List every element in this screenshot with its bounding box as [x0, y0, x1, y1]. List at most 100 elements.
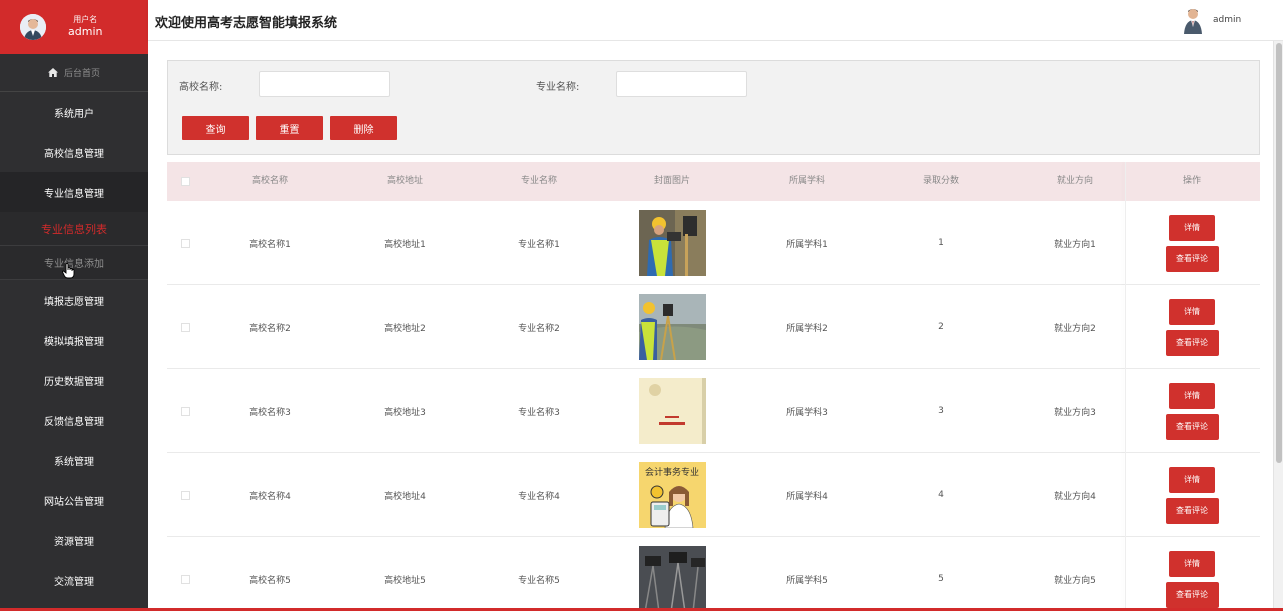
cover-image[interactable]: 会计事务专业 [638, 462, 706, 528]
cell-cover [607, 285, 737, 369]
sidebar-item-label: 反馈信息管理 [44, 416, 104, 428]
cell-address: 高校地址3 [384, 407, 426, 418]
view-comments-button[interactable]: 查看评论 [1165, 245, 1219, 272]
sidebar-item-application[interactable]: 填报志愿管理 [0, 280, 148, 320]
cell-cover: 会计事务专业 [607, 453, 737, 537]
select-all-checkbox[interactable] [175, 162, 195, 201]
cell-subject: 所属学科3 [786, 407, 828, 418]
cell-address: 高校地址4 [384, 491, 426, 502]
cell-major: 专业名称1 [518, 239, 560, 250]
column-header[interactable]: 封面图片 [607, 162, 737, 201]
reset-button[interactable]: 重置 [256, 116, 323, 140]
sidebar-item-label: 专业信息列表 [41, 222, 107, 236]
cell-cover [607, 537, 737, 611]
column-header[interactable]: 高校名称 [205, 162, 335, 201]
sidebar-item-home[interactable]: 后台首页 [0, 54, 148, 92]
avatar[interactable] [20, 14, 46, 40]
row-checkbox[interactable] [175, 537, 195, 611]
sidebar-item-school-info[interactable]: 高校信息管理 [0, 132, 148, 172]
sidebar-item-label: 网站公告管理 [44, 496, 104, 508]
major-table: 高校名称 高校地址 专业名称 封面图片 所属学科 录取分数 就业方向 操作 高校… [167, 162, 1260, 611]
cell-school: 高校名称3 [249, 407, 291, 418]
view-comments-button[interactable]: 查看评论 [1165, 497, 1219, 524]
cell-school: 高校名称5 [249, 575, 291, 586]
sidebar-item-simulation[interactable]: 模拟填报管理 [0, 320, 148, 360]
column-header[interactable]: 专业名称 [474, 162, 604, 201]
sidebar-item-announcements[interactable]: 网站公告管理 [0, 480, 148, 520]
column-header[interactable]: 录取分数 [876, 162, 1006, 201]
cell-cover [607, 369, 737, 453]
user-name: admin [68, 25, 103, 38]
column-header[interactable]: 所属学科 [742, 162, 872, 201]
cover-image[interactable] [638, 378, 706, 444]
page-title: 欢迎使用高考志愿智能填报系统 [155, 16, 338, 31]
cell-address: 高校地址5 [384, 575, 426, 586]
sidebar-item-system-users[interactable]: 系统用户 [0, 92, 148, 132]
user-info: 用户名 admin [68, 15, 102, 39]
home-icon [47, 68, 58, 77]
cover-image[interactable] [638, 210, 706, 276]
sidebar-subitem-major-add[interactable]: 专业信息添加 [0, 246, 148, 280]
cell-career: 就业方向5 [1054, 575, 1096, 586]
major-name-label: 专业名称: [536, 82, 580, 93]
cover-image[interactable] [638, 546, 706, 611]
table-row: 高校名称1 高校地址1 专业名称1 所属学科1 1 就业方向1 详情 查看评论 [167, 201, 1260, 285]
table-row: 高校名称3 高校地址3 专业名称3 所属学科3 3 就业方向3 详情 查看评论 [167, 369, 1260, 453]
view-comments-button[interactable]: 查看评论 [1165, 581, 1219, 608]
school-name-label: 高校名称: [179, 82, 223, 93]
page-scrollbar[interactable] [1273, 41, 1283, 611]
sidebar-item-label: 后台首页 [63, 69, 100, 79]
cell-score: 2 [938, 322, 944, 332]
sidebar-item-label: 高校信息管理 [44, 148, 104, 160]
cell-score: 1 [938, 238, 944, 248]
cell-school: 高校名称4 [249, 491, 291, 502]
cell-major: 专业名称5 [518, 575, 560, 586]
cell-actions: 详情 查看评论 [1133, 285, 1251, 369]
cell-major: 专业名称4 [518, 491, 560, 502]
view-comments-button[interactable]: 查看评论 [1165, 413, 1219, 440]
top-header: 欢迎使用高考志愿智能填报系统 admin [148, 0, 1283, 41]
sidebar-item-history[interactable]: 历史数据管理 [0, 360, 148, 400]
cell-subject: 所属学科5 [786, 575, 828, 586]
row-checkbox[interactable] [175, 369, 195, 453]
cell-subject: 所属学科1 [786, 239, 828, 250]
table-row: 高校名称5 高校地址5 专业名称5 所属学科5 5 就业方向5 详情 查看评论 [167, 537, 1260, 611]
sidebar-subitem-major-list[interactable]: 专业信息列表 [0, 212, 148, 246]
table-row: 高校名称2 高校地址2 专业名称2 所属学科2 2 就业方向2 详情 查看评论 [167, 285, 1260, 369]
header-user-menu[interactable]: admin [1183, 6, 1241, 34]
cell-school: 高校名称1 [249, 239, 291, 250]
delete-button[interactable]: 删除 [330, 116, 397, 140]
scrollbar-thumb[interactable] [1276, 43, 1282, 463]
cell-cover [607, 201, 737, 285]
sidebar-item-feedback[interactable]: 反馈信息管理 [0, 400, 148, 440]
sidebar-item-communication[interactable]: 交流管理 [0, 560, 148, 600]
hand-cursor-icon [62, 263, 75, 279]
cell-address: 高校地址1 [384, 239, 426, 250]
cell-career: 就业方向1 [1054, 239, 1096, 250]
sidebar-item-label: 填报志愿管理 [44, 296, 104, 308]
sidebar-item-system[interactable]: 系统管理 [0, 440, 148, 480]
sidebar-item-resources[interactable]: 资源管理 [0, 520, 148, 560]
cell-actions: 详情 查看评论 [1133, 369, 1251, 453]
cell-major: 专业名称3 [518, 407, 560, 418]
cell-score: 3 [938, 406, 944, 416]
detail-button[interactable]: 详情 [1169, 214, 1215, 241]
header-user-name: admin [1213, 15, 1242, 25]
cover-image[interactable] [638, 294, 706, 360]
row-checkbox[interactable] [175, 201, 195, 285]
column-header[interactable]: 高校地址 [340, 162, 470, 201]
major-name-input[interactable] [616, 71, 747, 97]
school-name-input[interactable] [259, 71, 390, 97]
cell-major: 专业名称2 [518, 323, 560, 334]
column-header[interactable]: 就业方向 [1010, 162, 1140, 201]
row-checkbox[interactable] [175, 453, 195, 537]
query-button[interactable]: 查询 [182, 116, 249, 140]
row-checkbox[interactable] [175, 285, 195, 369]
sidebar-item-label: 系统管理 [54, 456, 94, 468]
sidebar-item-major-info[interactable]: 专业信息管理 [0, 172, 148, 212]
view-comments-button[interactable]: 查看评论 [1165, 329, 1219, 356]
detail-button[interactable]: 详情 [1169, 550, 1215, 577]
detail-button[interactable]: 详情 [1169, 382, 1215, 409]
detail-button[interactable]: 详情 [1169, 466, 1215, 493]
detail-button[interactable]: 详情 [1169, 298, 1215, 325]
